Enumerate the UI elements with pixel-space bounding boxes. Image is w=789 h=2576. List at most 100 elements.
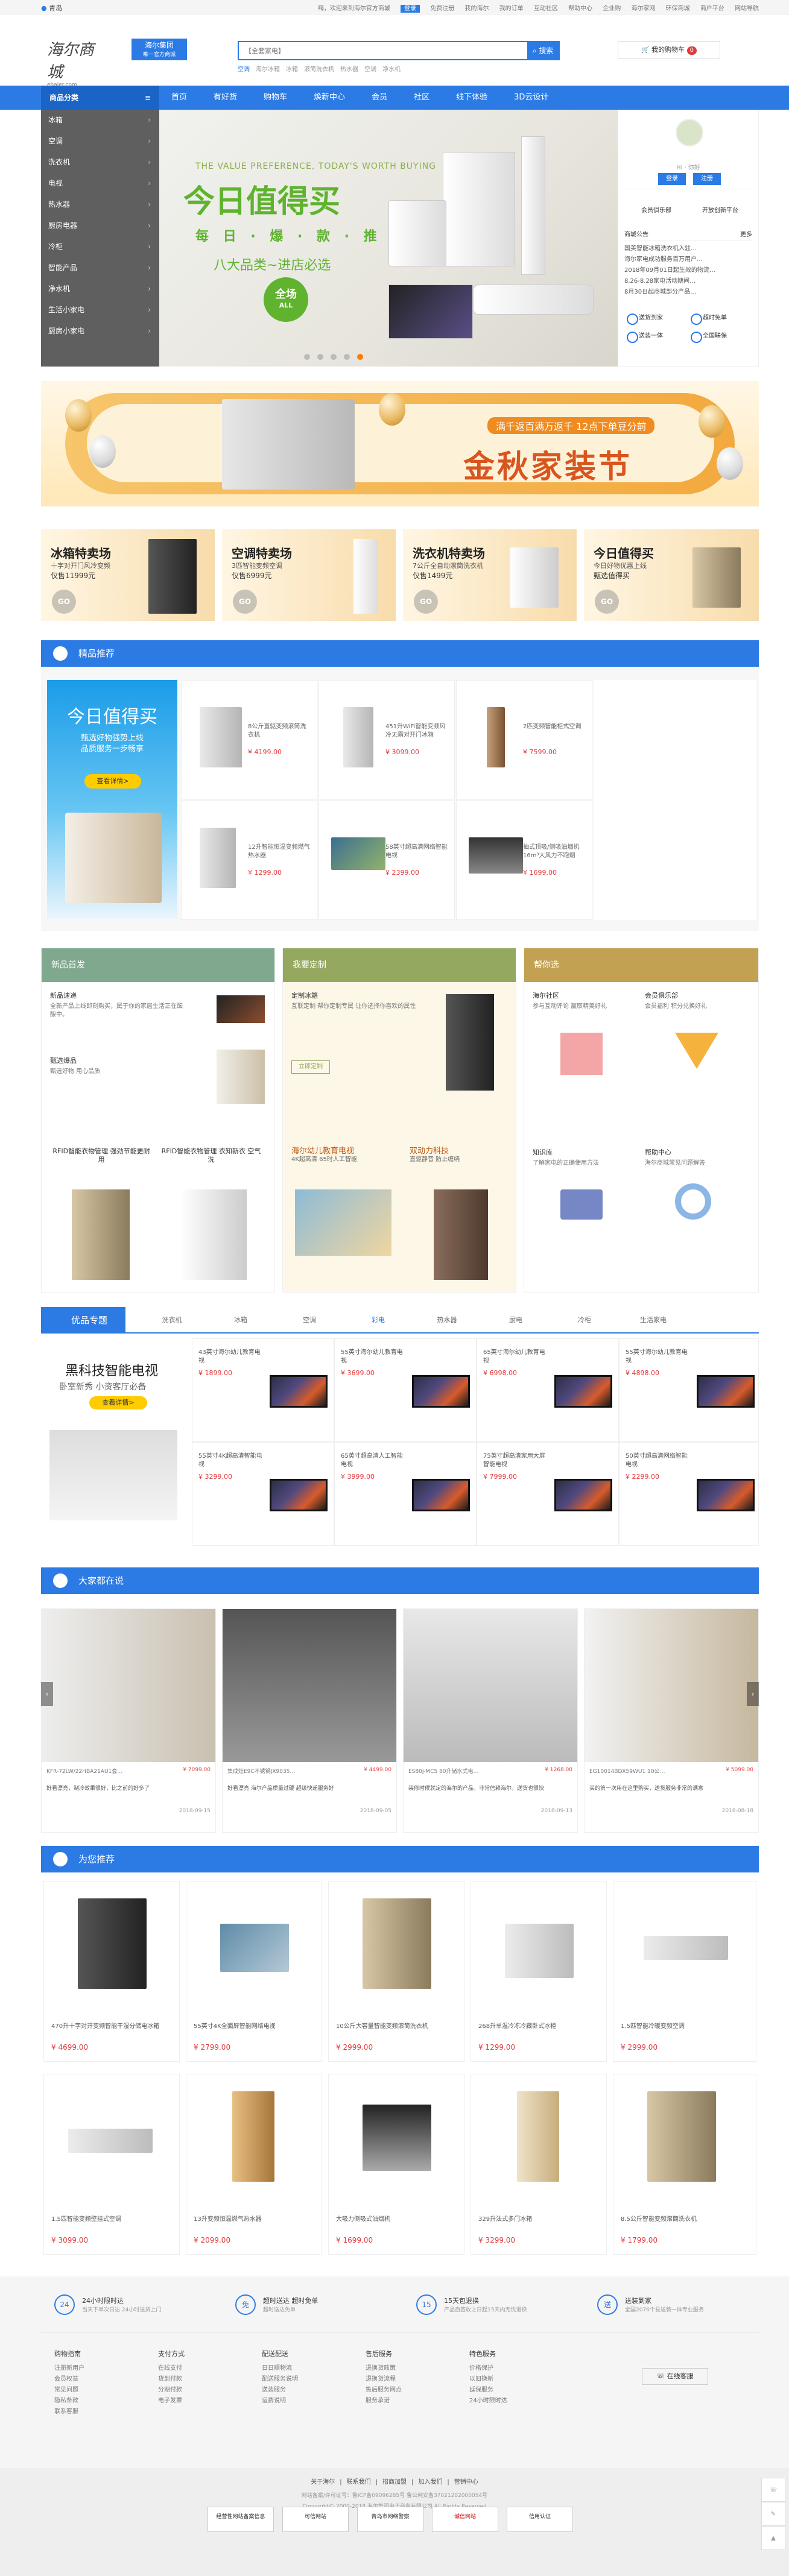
footer-link[interactable]: 隐私条款 xyxy=(54,2396,121,2407)
carousel-dot[interactable] xyxy=(357,354,363,360)
footer-link[interactable]: 售后服务网点 xyxy=(366,2385,432,2396)
online-service-button[interactable]: ☏ 在线客服 xyxy=(642,2368,708,2385)
promo-card-aircon[interactable]: 空调特卖场 3匹智能变频空调 仅售6999元 GO xyxy=(222,529,396,621)
nav-home[interactable]: 首页 xyxy=(171,86,187,110)
knowledge-link[interactable]: 知识库 了解家电的正确使用方法 xyxy=(533,1148,635,1168)
product-card[interactable]: 1.5匹智能变频壁挂式空调 ¥ 3099.00 xyxy=(43,2074,180,2255)
footer-link[interactable]: 常见问题 xyxy=(54,2385,121,2396)
footer-link[interactable]: 价格保护 xyxy=(469,2363,536,2374)
help-center-link[interactable]: 帮助中心 海尔商城常见问题解答 xyxy=(645,1148,747,1168)
site-nav-link[interactable]: 网站导航 xyxy=(735,5,759,12)
footer-link[interactable]: 服务承诺 xyxy=(366,2396,432,2407)
tab-washer[interactable]: 洗衣机 xyxy=(138,1307,206,1334)
nav-shopping[interactable]: 购物车 xyxy=(264,86,287,110)
my-orders-link[interactable]: 我的订单 xyxy=(499,5,524,12)
footer-link[interactable]: 延保服务 xyxy=(469,2385,536,2396)
carousel-next-arrow[interactable]: › xyxy=(747,1682,759,1706)
product-caption[interactable]: RFID智能衣物管理 衣知新衣 空气洗 xyxy=(160,1147,262,1164)
footer-link[interactable]: 分期付款 xyxy=(158,2385,224,2396)
review-card[interactable]: ES80J-MC5 80升储水式电… ¥ 1268.00 装修时候就定的海尔的产品，… xyxy=(403,1608,578,1833)
footer-link[interactable]: 日日顺物流 xyxy=(262,2363,328,2374)
eco-mall-link[interactable]: 环保商城 xyxy=(666,5,690,12)
smart-tv-feature-card[interactable]: 黑科技智能电视 卧室新秀 小资客厅必备 查看详情> xyxy=(41,1334,186,1543)
product-card[interactable]: 抽式顶吸/侧吸油烟机 16m³大风力不跑烟 ¥ 1699.00 xyxy=(456,801,592,920)
footer-link[interactable]: 联系客服 xyxy=(54,2407,121,2417)
footer-bottom-link[interactable]: 招商加盟 xyxy=(382,2479,407,2486)
view-details-button[interactable]: 查看详情> xyxy=(84,774,141,789)
announcement-item[interactable]: 2018年09月01日起生效的物流… xyxy=(624,265,752,276)
category-item[interactable]: 厨房小家电 xyxy=(41,321,159,342)
footer-bottom-link[interactable]: 营销中心 xyxy=(454,2479,478,2486)
tv-image[interactable] xyxy=(295,1189,391,1256)
cert-badge[interactable]: 诚信网站 xyxy=(432,2507,498,2532)
search-button[interactable]: ⌕ 搜索 xyxy=(527,42,559,59)
footer-link[interactable]: 在线支付 xyxy=(158,2363,224,2374)
footer-link[interactable]: 货到付款 xyxy=(158,2374,224,2385)
footer-link[interactable]: 运费说明 xyxy=(262,2396,328,2407)
category-item[interactable]: 洗衣机 xyxy=(41,152,159,173)
category-item[interactable]: 冰箱 xyxy=(41,110,159,131)
product-card[interactable]: 13升变频恒温燃气热水器 ¥ 2099.00 xyxy=(186,2074,322,2255)
login-link[interactable]: 登录 xyxy=(401,5,420,13)
cert-badge[interactable]: 信用认证 xyxy=(507,2507,573,2532)
cert-badge[interactable]: 可信网站 xyxy=(282,2507,349,2532)
register-link[interactable]: 免费注册 xyxy=(430,5,454,12)
announcement-item[interactable]: 国美智能冰箱洗衣机入驻… xyxy=(624,244,752,254)
category-item[interactable]: 空调 xyxy=(41,131,159,152)
view-details-button[interactable]: 查看详情> xyxy=(89,1396,147,1409)
merchant-link[interactable]: 商户平台 xyxy=(700,5,724,12)
product-card[interactable]: 268升单温冷冻冷藏卧式冰柜 ¥ 1299.00 xyxy=(471,1881,607,2062)
carousel-dot[interactable] xyxy=(331,354,337,360)
tab-fridge[interactable]: 冰箱 xyxy=(206,1307,275,1334)
member-club-link[interactable]: 会员俱乐部 xyxy=(624,189,688,214)
tab-life-appliance[interactable]: 生活家电 xyxy=(619,1307,688,1334)
hot-keyword[interactable]: 海尔冰箱 xyxy=(256,66,280,73)
footer-bottom-link[interactable]: 联系我们 xyxy=(347,2479,371,2486)
review-card[interactable]: EG10014BDX59WU1 10公… ¥ 5099.00 买的第一次用在这里购买… xyxy=(584,1608,759,1833)
nav-offline[interactable]: 线下体验 xyxy=(456,86,487,110)
go-button[interactable]: GO xyxy=(233,590,257,614)
warranty-service[interactable]: 全国联保 xyxy=(688,327,752,345)
cert-badge[interactable]: 经营性网站备案信息 xyxy=(208,2507,274,2532)
product-card[interactable]: 451升WiFi智能变频风冷无霜对开门冰箱 ¥ 3099.00 xyxy=(318,680,455,799)
tab-freezer[interactable]: 冷柜 xyxy=(550,1307,619,1334)
review-card[interactable]: 集成灶E9C不锈钢JX9035… ¥ 4499.00 好看漂亮 海尔产品质量过硬 超… xyxy=(222,1608,397,1833)
category-item[interactable]: 热水器 xyxy=(41,194,159,215)
tv-product-card[interactable]: 50英寸超高清网络智能电视 ¥ 2299.00 xyxy=(619,1442,759,1546)
footer-link[interactable]: 24小时限时达 xyxy=(469,2396,536,2407)
carousel-dot[interactable] xyxy=(304,354,310,360)
product-card[interactable]: 2匹变频智能柜式空调 ¥ 7599.00 xyxy=(456,680,592,799)
promo-card-fridge[interactable]: 冰箱特卖场 十字对开门风冷变频 仅售11999元 GO xyxy=(41,529,215,621)
product-card[interactable]: 329升法式多门冰箱 ¥ 3299.00 xyxy=(471,2074,607,2255)
haier-home-link[interactable]: 海尔家网 xyxy=(631,5,655,12)
hot-keyword[interactable]: 滚筒洗衣机 xyxy=(304,66,334,73)
tv-product-card[interactable]: 75英寸超高清家用大屏智能电视 ¥ 7999.00 xyxy=(477,1442,619,1546)
footer-link[interactable]: 以旧换新 xyxy=(469,2374,536,2385)
nav-member[interactable]: 会员 xyxy=(372,86,387,110)
category-item[interactable]: 净水机 xyxy=(41,279,159,300)
announcement-item[interactable]: 8月30日起商城部分产品… xyxy=(624,287,752,298)
footer-link[interactable]: 电子发票 xyxy=(158,2396,224,2407)
washer-image[interactable] xyxy=(434,1189,488,1280)
nav-good-goods[interactable]: 有好货 xyxy=(214,86,237,110)
hot-item[interactable]: 甄选爆品 甄选好物 用心品质 xyxy=(50,1057,183,1076)
tab-heater[interactable]: 热水器 xyxy=(413,1307,481,1334)
hot-keyword[interactable]: 空调 xyxy=(238,66,250,73)
product-card[interactable]: 10公斤大容量智能变频滚筒洗衣机 ¥ 2999.00 xyxy=(328,1881,464,2062)
product-card[interactable]: 58英寸超高清网络智能电视 ¥ 2399.00 xyxy=(318,801,455,920)
feedback-icon[interactable]: ✎ xyxy=(761,2502,785,2526)
install-service[interactable]: 送装一体 xyxy=(624,327,688,345)
nav-renew-center[interactable]: 焕新中心 xyxy=(314,86,345,110)
product-card[interactable]: 1.5匹智能冷暖变频空调 ¥ 2999.00 xyxy=(613,1881,756,2062)
enterprise-link[interactable]: 企业购 xyxy=(603,5,621,12)
category-item[interactable]: 电视 xyxy=(41,173,159,194)
footer-link[interactable]: 注册新用户 xyxy=(54,2363,121,2374)
footer-bottom-link[interactable]: 加入我们 xyxy=(418,2479,442,2486)
panel-login-button[interactable]: 登录 xyxy=(658,173,686,185)
promo-card-today[interactable]: 今日值得买 今日好物优惠上线 甄选值得买 GO xyxy=(584,529,759,621)
nav-community[interactable]: 社区 xyxy=(414,86,429,110)
footer-link[interactable]: 送装服务 xyxy=(262,2385,328,2396)
overtime-free-service[interactable]: 超时免单 xyxy=(688,309,752,327)
location-selector[interactable]: ● 青岛 xyxy=(41,3,62,13)
hot-keyword[interactable]: 热水器 xyxy=(340,66,358,73)
